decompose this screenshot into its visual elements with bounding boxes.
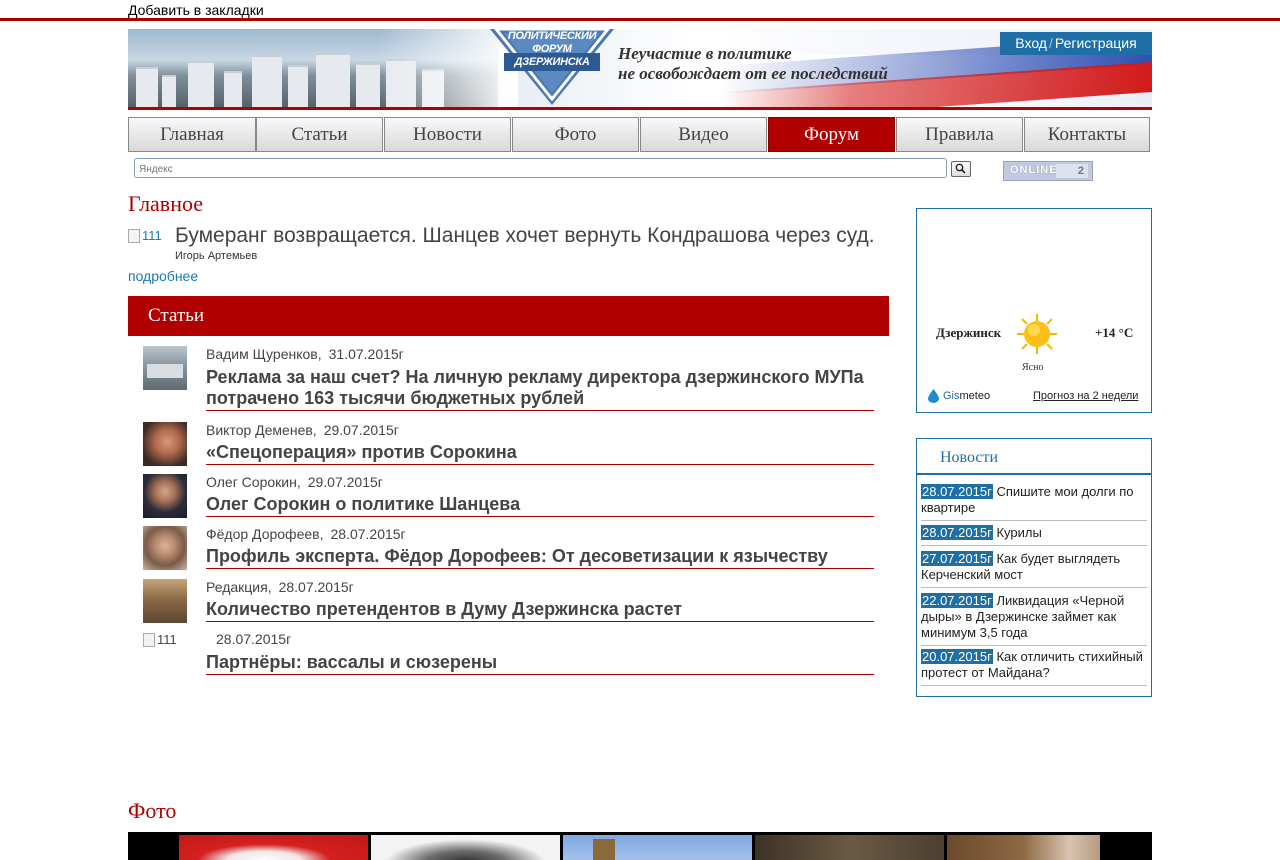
articles-section-title: Статьи (148, 305, 205, 326)
forecast-link[interactable]: Прогноз на 2 недели (1033, 390, 1138, 402)
nav-item-video[interactable]: Видео (640, 117, 767, 152)
nav-item-contacts[interactable]: Контакты (1024, 117, 1150, 152)
nav-item-photo[interactable]: Фото (512, 117, 639, 152)
logo-text: ПОЛИТИЧЕСКИЙ ФОРУМ ДЗЕРЖИНСКА (507, 30, 597, 68)
main-heading: Главное (128, 191, 204, 216)
articles-section-header: Статьи (128, 296, 889, 336)
news-item[interactable]: 20.07.2015г Как отличить стихийный проте… (921, 649, 1147, 686)
news-widget-title[interactable]: Новости (940, 449, 998, 467)
nav-item-home[interactable]: Главная (128, 117, 256, 152)
lead-author: Игорь Артемьев (175, 250, 258, 262)
article-item: Виктор Деменев, 29.07.2015г «Спецоперация… (143, 422, 874, 466)
article-thumbnail[interactable] (143, 526, 187, 570)
article-meta: Вадим Щуренков, 31.07.2015г (206, 346, 404, 362)
weather-condition: Ясно (1022, 362, 1044, 373)
weather-temperature: +14 °C (1095, 325, 1134, 340)
search-box (134, 158, 947, 179)
article-meta: Олег Сорокин, 29.07.2015г (206, 474, 383, 490)
auth-box: Вход / Регистрация (1000, 32, 1152, 55)
nav-item-rules[interactable]: Правила (896, 117, 1023, 152)
article-meta: Редакция, 28.07.2015г (206, 579, 354, 595)
lead-image[interactable]: 111 (128, 228, 162, 243)
article-meta: 28.07.2015г (216, 631, 292, 647)
lead-title-link[interactable]: Бумеранг возвращается. Шанцев хочет верн… (175, 224, 875, 248)
news-item[interactable]: 22.07.2015г Ликвидация «Черной дыры» в Д… (921, 593, 1147, 646)
article-title-link[interactable]: Количество претендентов в Думу Дзержинск… (206, 599, 874, 622)
weather-widget: Дзержинск +14 °C Ясно Gismeteo Прогноз н… (916, 208, 1152, 413)
login-link[interactable]: Вход (1015, 35, 1047, 51)
nav-item-news[interactable]: Новости (384, 117, 511, 152)
article-meta: Виктор Деменев, 29.07.2015г (206, 422, 399, 438)
article-title-link[interactable]: Партнёры: вассалы и сюзерены (206, 652, 874, 675)
article-item: 111 28.07.2015г Партнёры: вассалы и сюзе… (143, 631, 874, 675)
sun-icon (1017, 314, 1057, 354)
news-widget: Новости 28.07.2015г Спишите мои долги по… (916, 438, 1152, 697)
search-icon (955, 163, 966, 174)
article-title-link[interactable]: Олег Сорокин о политике Шанцева (206, 494, 874, 517)
article-thumbnail[interactable]: 111 (143, 632, 177, 647)
article-thumbnail[interactable] (143, 474, 187, 518)
photo-thumbnail[interactable] (179, 835, 368, 860)
news-widget-header: Новости (917, 439, 1151, 475)
photo-heading: Фото (128, 798, 177, 823)
online-count: 2 (1056, 164, 1088, 178)
news-item[interactable]: 28.07.2015г Спишите мои долги по квартир… (921, 484, 1147, 521)
article-thumbnail[interactable] (143, 579, 187, 623)
article-item: Олег Сорокин, 29.07.2015г Олег Сорокин о … (143, 474, 874, 518)
photo-thumbnail[interactable] (947, 835, 1100, 860)
site-header: ПОЛИТИЧЕСКИЙ ФОРУМ ДЗЕРЖИНСКА Неучастие … (128, 29, 1152, 110)
article-title-link[interactable]: Реклама за наш счет? На личную рекламу д… (206, 367, 874, 411)
article-item: Фёдор Дорофеев, 28.07.2015г Профиль экспе… (143, 526, 874, 570)
lead-more-link[interactable]: подробнее (128, 268, 198, 284)
article-meta: Фёдор Дорофеев, 28.07.2015г (206, 526, 406, 542)
city-panorama-image (128, 29, 518, 107)
nav-item-forum[interactable]: Форум (768, 117, 895, 152)
article-title-link[interactable]: Профиль эксперта. Фёдор Дорофеев: От дес… (206, 546, 874, 569)
photo-thumbnail[interactable] (563, 835, 752, 860)
article-title-link[interactable]: «Спецоперация» против Сорокина (206, 442, 874, 465)
article-thumbnail[interactable] (143, 346, 187, 390)
weather-city: Дзержинск (936, 325, 1002, 340)
photo-thumbnail[interactable] (755, 835, 944, 860)
register-link[interactable]: Регистрация (1055, 35, 1137, 51)
photo-thumbnail[interactable] (371, 835, 560, 860)
gismeteo-link[interactable]: Gismeteo (928, 389, 990, 403)
bookmark-link[interactable]: Добавить в закладки (128, 2, 264, 18)
article-item: Вадим Щуренков, 31.07.2015г Реклама за на… (143, 346, 874, 412)
photo-strip (128, 832, 1152, 860)
article-thumbnail[interactable] (143, 422, 187, 466)
nav-item-articles[interactable]: Статьи (256, 117, 383, 152)
article-item: Редакция, 28.07.2015г Количество претенде… (143, 579, 874, 623)
water-drop-icon (928, 389, 939, 403)
online-counter: ONLINE 2 (1003, 161, 1093, 181)
site-slogan: Неучастие в политике не освобождает от е… (618, 44, 888, 83)
search-input[interactable] (135, 160, 943, 179)
news-item[interactable]: 28.07.2015г Курилы (921, 525, 1147, 546)
online-label: ONLINE (1010, 164, 1058, 176)
top-bar: Добавить в закладки (0, 0, 1280, 21)
news-item[interactable]: 27.07.2015г Как будет выглядеть Керченск… (921, 551, 1147, 588)
search-button[interactable] (951, 161, 971, 177)
